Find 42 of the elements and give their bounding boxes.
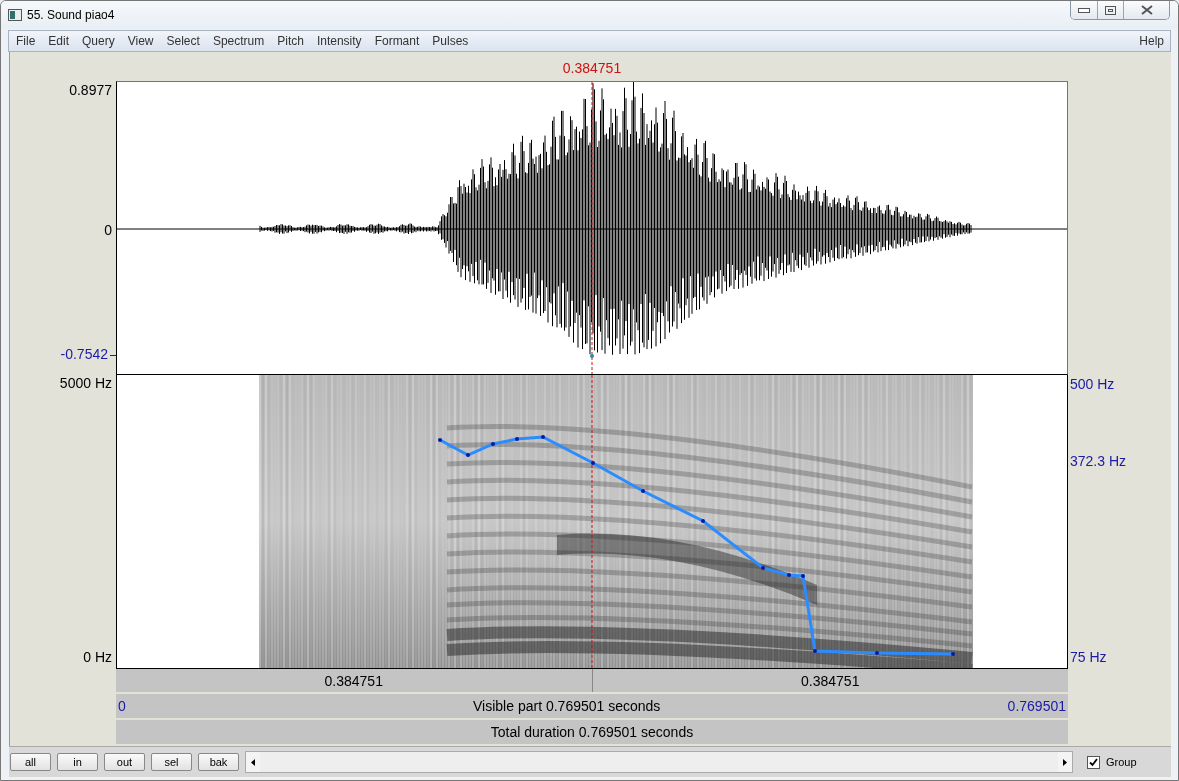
pitch-max-label: 500 Hz [1070, 376, 1115, 392]
minimize-icon[interactable] [1078, 7, 1090, 13]
menu-item[interactable]: Select [159, 34, 206, 48]
menu-item[interactable]: View [120, 34, 160, 48]
menu-item[interactable]: Intensity [309, 34, 368, 48]
pitch-cursor-label: 372.3 Hz [1070, 453, 1127, 469]
frequency-min-label: 0 Hz [83, 649, 112, 665]
menu-item[interactable]: Pitch [270, 34, 310, 48]
menu-item[interactable]: Edit [41, 34, 76, 48]
amplitude-max-label: 0.8977 [69, 82, 112, 98]
zoom-button[interactable]: out [104, 753, 145, 771]
tick-mark [110, 355, 116, 357]
time-segment-label[interactable]: 0.384751 [592, 668, 1068, 693]
zoom-button[interactable]: bak [198, 753, 239, 771]
scroll-right-icon[interactable] [1063, 758, 1067, 766]
start-time: 0 [117, 698, 126, 714]
amplitude-zero-label: 0 [104, 222, 112, 238]
pitch-min-label: 75 Hz [1070, 649, 1107, 665]
cursor-marker [590, 354, 594, 358]
zoom-button[interactable]: sel [151, 753, 192, 771]
window-title: 55. Sound piao4 [27, 8, 116, 22]
close-icon[interactable] [1140, 5, 1153, 15]
group-label: Group [1106, 756, 1137, 768]
maximize-icon[interactable] [1105, 5, 1116, 15]
menu-item[interactable]: Query [75, 34, 121, 48]
group-checkbox[interactable] [1087, 755, 1100, 769]
menu-item[interactable]: Formant [367, 34, 426, 48]
app-icon [8, 9, 22, 21]
cursor-time: 0.384751 [562, 60, 622, 76]
time-segment-label[interactable]: 0.384751 [116, 669, 593, 692]
amplitude-min-label: -0.7542 [60, 346, 108, 362]
help-menu[interactable]: Help [1132, 34, 1170, 48]
menu-item[interactable]: File [9, 34, 42, 48]
visible-part-label[interactable]: Visible part 0.769501 seconds [125, 698, 1008, 714]
frequency-max-label: 5000 Hz [59, 375, 112, 391]
menu-item[interactable]: Pulses [425, 34, 475, 48]
horizontal-scrollbar[interactable] [245, 751, 1073, 773]
end-time: 0.769501 [1007, 698, 1067, 714]
zoom-button[interactable]: all [10, 753, 51, 771]
zoom-button[interactable]: in [57, 753, 98, 771]
menu-item[interactable]: Spectrum [205, 34, 271, 48]
scroll-left-icon[interactable] [251, 758, 255, 766]
